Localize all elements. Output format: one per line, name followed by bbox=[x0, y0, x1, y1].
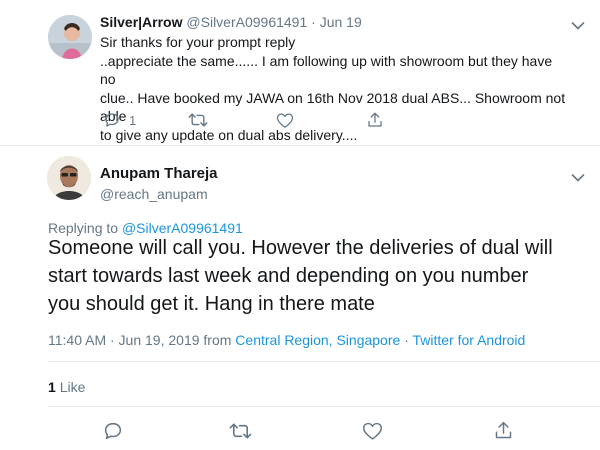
action-bar bbox=[0, 420, 600, 444]
divider bbox=[48, 361, 600, 362]
reply-icon bbox=[103, 111, 121, 129]
like-button[interactable] bbox=[276, 112, 294, 129]
reply-button[interactable] bbox=[102, 420, 124, 442]
separator: · bbox=[311, 14, 316, 30]
reply-icon bbox=[102, 420, 124, 442]
tweet-text-line: ..appreciate the same...... I am followi… bbox=[100, 52, 553, 88]
separator: · bbox=[404, 332, 409, 348]
avatar[interactable] bbox=[47, 156, 91, 200]
retweet-button[interactable] bbox=[188, 112, 208, 128]
tweet-text-line: clue.. Have booked my JAWA on 16th Nov 2… bbox=[100, 89, 566, 125]
tweet-text: Sir thanks for your prompt reply ..appre… bbox=[100, 33, 570, 144]
reply-count: 1 bbox=[129, 112, 137, 128]
share-icon bbox=[493, 420, 514, 441]
reply-button[interactable]: 1 bbox=[103, 111, 136, 129]
avatar[interactable] bbox=[48, 15, 92, 59]
share-icon bbox=[366, 111, 384, 129]
tweet-text-line: Sir thanks for your prompt reply bbox=[100, 34, 296, 50]
chevron-down-icon[interactable] bbox=[571, 170, 585, 188]
share-button[interactable] bbox=[493, 420, 514, 441]
retweet-icon bbox=[188, 112, 208, 128]
divider bbox=[48, 406, 600, 407]
tweet-text-line: to give any update on dual abs delivery.… bbox=[100, 126, 358, 143]
tweet-header: Silver|Arrow @SilverA09961491 · Jun 19 bbox=[100, 13, 362, 31]
location-link[interactable]: Central Region, Singapore bbox=[235, 332, 400, 348]
likes-summary[interactable]: 1 Like bbox=[48, 378, 85, 396]
retweet-button[interactable] bbox=[229, 422, 252, 440]
tweet-text: Someone will call you. However the deliv… bbox=[48, 234, 588, 318]
retweet-icon bbox=[229, 422, 252, 440]
chevron-down-icon[interactable] bbox=[571, 18, 585, 36]
handle[interactable]: @reach_anupam bbox=[100, 185, 208, 203]
like-button[interactable] bbox=[362, 421, 383, 441]
tweet-text-line: start towards last week and depending on… bbox=[48, 265, 529, 287]
tweet-metadata: 11:40 AM · Jun 19, 2019 from Central Reg… bbox=[48, 331, 525, 349]
share-button[interactable] bbox=[366, 111, 384, 129]
tweet-text-line: you should get it. Hang in there mate bbox=[48, 293, 375, 315]
handle[interactable]: @SilverA09961491 bbox=[186, 14, 307, 30]
tweet-date[interactable]: Jun 19 bbox=[320, 14, 362, 30]
display-name[interactable]: Anupam Thareja bbox=[100, 165, 218, 183]
divider bbox=[0, 145, 600, 146]
source-link[interactable]: Twitter for Android bbox=[413, 332, 526, 348]
like-count: 1 bbox=[48, 379, 56, 395]
timestamp[interactable]: 11:40 AM · Jun 19, 2019 bbox=[48, 332, 200, 348]
from-word: from bbox=[203, 332, 232, 348]
tweet-text-line: Someone will call you. However the deliv… bbox=[48, 237, 553, 259]
like-icon bbox=[276, 112, 294, 129]
like-label: Like bbox=[59, 379, 86, 395]
like-icon bbox=[362, 421, 383, 441]
display-name[interactable]: Silver|Arrow bbox=[100, 14, 183, 30]
